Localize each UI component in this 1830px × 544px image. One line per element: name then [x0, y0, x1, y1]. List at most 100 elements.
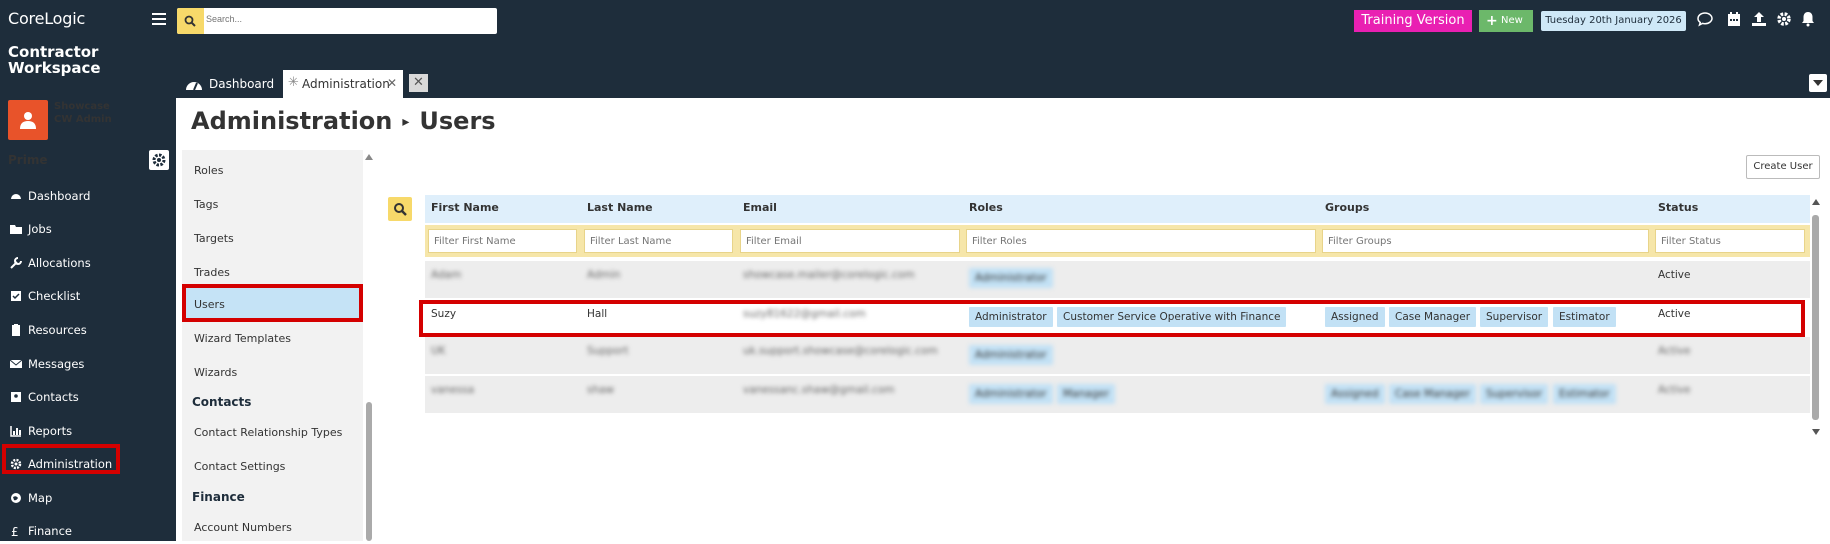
- subnav-item-contact-settings[interactable]: Contact Settings: [194, 460, 285, 473]
- sidebar-item-map[interactable]: Map: [0, 485, 176, 511]
- scrollbar-thumb[interactable]: [366, 402, 372, 541]
- new-button[interactable]: + New: [1479, 10, 1533, 32]
- asterisk-icon: ✳: [288, 75, 299, 90]
- dashboard-icon: [11, 194, 21, 199]
- user-role: CW Admin: [54, 114, 112, 125]
- date-display[interactable]: Tuesday 20th January 2026: [1541, 11, 1686, 31]
- subnav-item-account-numbers[interactable]: Account Numbers: [194, 521, 292, 534]
- avatar[interactable]: [8, 100, 48, 140]
- user-icon: [20, 112, 36, 129]
- breadcrumb-current: Users: [419, 107, 496, 135]
- subnav-item-wizards[interactable]: Wizards: [194, 366, 237, 379]
- upload-icon: [1752, 12, 1766, 26]
- scroll-up-icon: [365, 154, 373, 160]
- group-chip: Case Manager: [1389, 384, 1477, 404]
- pound-icon: £: [11, 525, 19, 537]
- filter-first-name-input[interactable]: [428, 229, 577, 253]
- search-icon: [394, 203, 407, 216]
- sidebar-item-label: Contacts: [28, 390, 79, 404]
- chat-icon: [1697, 12, 1713, 27]
- menu-toggle-button[interactable]: [152, 12, 166, 26]
- column-header-groups[interactable]: Groups: [1325, 201, 1369, 214]
- globe-icon: [11, 493, 21, 503]
- hamburger-icon: [152, 13, 166, 25]
- subnav-item-roles[interactable]: Roles: [194, 164, 223, 177]
- cell-last-name: shaw: [587, 384, 615, 396]
- upload-button[interactable]: [1751, 11, 1769, 29]
- highlight-box: [182, 284, 363, 322]
- bell-icon: [1802, 12, 1814, 27]
- sidebar-item-label: Reports: [28, 424, 73, 438]
- grid-search-button[interactable]: [388, 197, 412, 221]
- section-label: Prime: [8, 153, 48, 167]
- sidebar-item-resources[interactable]: Resources: [0, 317, 176, 343]
- search-button[interactable]: [177, 8, 204, 34]
- filter-roles-input[interactable]: [966, 229, 1316, 253]
- column-header-first-name[interactable]: First Name: [431, 201, 499, 214]
- highlight-box: [2, 444, 120, 474]
- column-header-roles[interactable]: Roles: [969, 201, 1003, 214]
- sidebar-item-reports[interactable]: Reports: [0, 418, 176, 444]
- tab-label: Administration: [302, 77, 390, 91]
- tab-administration[interactable]: ✳ Administration ✕: [283, 70, 403, 98]
- filter-groups-input[interactable]: [1322, 229, 1649, 253]
- cell-first-name: vanessa: [431, 384, 475, 396]
- group-chip: Supervisor: [1480, 384, 1549, 404]
- subnav-item-trades[interactable]: Trades: [194, 266, 230, 279]
- subnav-item-contact-relationship-types[interactable]: Contact Relationship Types: [194, 426, 342, 439]
- section-settings-button[interactable]: [149, 150, 169, 170]
- filter-email-input[interactable]: [740, 229, 960, 253]
- cell-email: uk.support.showcase@corelogic.com: [743, 345, 938, 357]
- sidebar-item-dashboard[interactable]: Dashboard: [0, 183, 176, 209]
- address-book-icon: [11, 392, 21, 402]
- envelope-icon: [10, 359, 22, 368]
- sidebar-item-jobs[interactable]: Jobs: [0, 216, 176, 242]
- contractor-workspace-logo: Contractor Workspace: [8, 43, 101, 77]
- calendar-icon: [1728, 12, 1740, 26]
- checkbox-icon: [11, 291, 21, 301]
- column-header-status[interactable]: Status: [1658, 201, 1698, 214]
- subnav-scrollbar[interactable]: [365, 150, 373, 541]
- cell-email: showcase.mailer@corelogic.com: [743, 269, 915, 281]
- sidebar-item-label: Dashboard: [28, 189, 91, 203]
- subnav-item-targets[interactable]: Targets: [194, 232, 234, 245]
- training-version-badge: Training Version: [1354, 10, 1472, 32]
- sidebar-item-allocations[interactable]: Allocations: [0, 250, 176, 276]
- settings-button[interactable]: [1776, 11, 1794, 29]
- sidebar-item-label: Map: [28, 491, 53, 505]
- table-row[interactable]: [425, 261, 1810, 298]
- scrollbar-thumb[interactable]: [1812, 215, 1819, 420]
- breadcrumb-parent: Administration: [191, 107, 393, 135]
- create-user-button[interactable]: Create User: [1746, 155, 1820, 179]
- notifications-button[interactable]: [1800, 11, 1818, 29]
- scroll-down-icon: [1812, 429, 1820, 435]
- scroll-up-icon: [1812, 199, 1820, 205]
- sidebar-item-label: Allocations: [28, 256, 91, 270]
- search-input[interactable]: [206, 14, 486, 24]
- gear-icon: [152, 153, 166, 167]
- column-header-email[interactable]: Email: [743, 201, 777, 214]
- subnav-item-tags[interactable]: Tags: [194, 198, 218, 211]
- filter-last-name-input[interactable]: [584, 229, 733, 253]
- filter-status-input[interactable]: [1655, 229, 1805, 253]
- close-all-tabs-button[interactable]: ✕: [409, 74, 428, 92]
- subnav-item-wizard-templates[interactable]: Wizard Templates: [194, 332, 291, 345]
- sidebar-item-label: Checklist: [28, 289, 81, 303]
- sidebar-item-finance[interactable]: £ Finance: [0, 518, 176, 544]
- sidebar-item-contacts[interactable]: Contacts: [0, 384, 176, 410]
- chat-button[interactable]: [1697, 11, 1715, 29]
- calendar-button[interactable]: [1726, 11, 1744, 29]
- column-header-last-name[interactable]: Last Name: [587, 201, 653, 214]
- close-tab-icon[interactable]: ✕: [387, 76, 397, 90]
- grid-scrollbar[interactable]: [1811, 197, 1821, 437]
- tabs-dropdown-button[interactable]: [1809, 74, 1827, 92]
- table-row[interactable]: [425, 337, 1810, 374]
- cell-first-name: UK: [431, 345, 446, 357]
- cell-status: Active: [1658, 345, 1691, 357]
- sidebar-item-checklist[interactable]: Checklist: [0, 283, 176, 309]
- sidebar-item-label: Messages: [28, 357, 85, 371]
- dashboard-icon: [186, 82, 202, 91]
- subnav-heading-finance: Finance: [192, 490, 245, 504]
- sidebar-item-messages[interactable]: Messages: [0, 351, 176, 377]
- role-chip: Administrator: [969, 268, 1053, 288]
